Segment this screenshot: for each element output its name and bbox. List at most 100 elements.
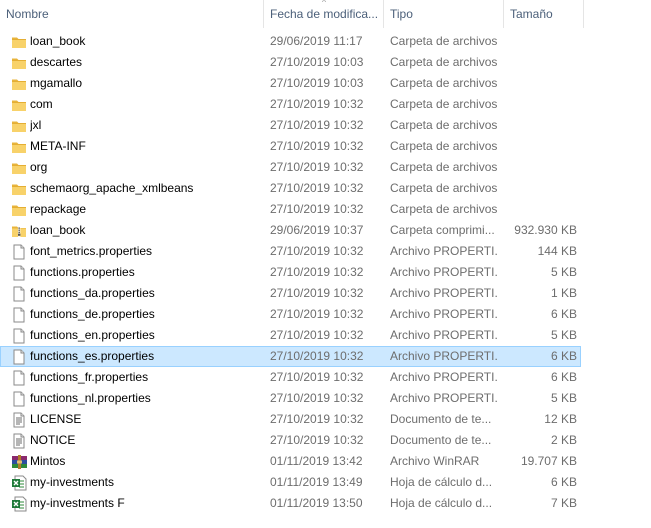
file-row[interactable]: schemaorg_apache_xmlbeans 27/10/2019 10:… bbox=[0, 178, 581, 199]
file-row[interactable]: font_metrics.properties 27/10/2019 10:32… bbox=[0, 241, 581, 262]
file-size: 6 KB bbox=[550, 475, 577, 489]
excel-icon bbox=[11, 496, 27, 512]
file-name: jxl bbox=[30, 118, 42, 132]
file-size bbox=[501, 158, 577, 177]
file-row[interactable]: loan_book 29/06/2019 11:17 Carpeta de ar… bbox=[0, 31, 581, 52]
file-row[interactable]: my-investments 01/11/2019 13:49 Hoja de … bbox=[0, 472, 581, 493]
file-name: functions_en.properties bbox=[30, 328, 155, 342]
file-row[interactable]: loan_book 29/06/2019 10:37 Carpeta compr… bbox=[0, 220, 581, 241]
column-header-name[interactable]: Nombre bbox=[0, 0, 264, 28]
file-type: Documento de te... bbox=[390, 412, 492, 426]
file-type: Hoja de cálculo d... bbox=[390, 475, 493, 489]
zip-folder-icon bbox=[11, 223, 27, 239]
column-header-name-label: Nombre bbox=[6, 7, 49, 21]
file-row[interactable]: functions.properties 27/10/2019 10:32 Ar… bbox=[0, 262, 581, 283]
file-size bbox=[501, 137, 577, 156]
file-row[interactable]: Mintos 01/11/2019 13:42 Archivo WinRAR 1… bbox=[0, 451, 581, 472]
file-type: Documento de te... bbox=[390, 433, 492, 447]
file-size: 12 KB bbox=[544, 412, 577, 426]
file-type: Archivo PROPERTI... bbox=[390, 244, 498, 258]
file-name: functions.properties bbox=[30, 265, 135, 279]
file-modified-date: 27/10/2019 10:32 bbox=[270, 244, 364, 258]
file-type: Archivo WinRAR bbox=[390, 454, 480, 468]
column-divider[interactable] bbox=[583, 0, 584, 28]
file-row[interactable]: NOTICE 27/10/2019 10:32 Documento de te.… bbox=[0, 430, 581, 451]
file-name: functions_fr.properties bbox=[30, 370, 149, 384]
file-row[interactable]: LICENSE 27/10/2019 10:32 Documento de te… bbox=[0, 409, 581, 430]
file-modified-date: 01/11/2019 13:42 bbox=[270, 454, 363, 468]
file-modified-date: 27/10/2019 10:32 bbox=[270, 202, 364, 216]
file-type: Carpeta de archivos bbox=[390, 139, 498, 153]
folder-icon bbox=[11, 160, 27, 176]
file-row[interactable]: com 27/10/2019 10:32 Carpeta de archivos bbox=[0, 94, 581, 115]
file-name: loan_book bbox=[30, 223, 86, 237]
file-row[interactable]: my-investments F 01/11/2019 13:50 Hoja d… bbox=[0, 493, 581, 514]
file-row[interactable]: org 27/10/2019 10:32 Carpeta de archivos bbox=[0, 157, 581, 178]
file-name: functions_da.properties bbox=[30, 286, 155, 300]
file-row[interactable]: functions_nl.properties 27/10/2019 10:32… bbox=[0, 388, 581, 409]
file-size: 5 KB bbox=[550, 265, 577, 279]
file-size: 932.930 KB bbox=[514, 223, 577, 237]
file-row[interactable]: repackage 27/10/2019 10:32 Carpeta de ar… bbox=[0, 199, 581, 220]
file-type: Carpeta de archivos bbox=[390, 202, 498, 216]
file-modified-date: 27/10/2019 10:32 bbox=[270, 307, 364, 321]
file-type: Archivo PROPERTI... bbox=[390, 370, 498, 384]
file-icon bbox=[11, 349, 27, 365]
file-type: Carpeta de archivos bbox=[390, 34, 498, 48]
file-row[interactable]: functions_fr.properties 27/10/2019 10:32… bbox=[0, 367, 581, 388]
file-modified-date: 27/10/2019 10:32 bbox=[270, 433, 364, 447]
file-row[interactable]: descartes 27/10/2019 10:03 Carpeta de ar… bbox=[0, 52, 581, 73]
file-name: my-investments F bbox=[30, 496, 125, 510]
excel-icon bbox=[11, 475, 27, 491]
file-modified-date: 01/11/2019 13:50 bbox=[270, 496, 363, 510]
column-header-bar: Nombre ^ Fecha de modifica... Tipo Tamañ… bbox=[0, 0, 651, 30]
file-modified-date: 27/10/2019 10:32 bbox=[270, 265, 364, 279]
column-header-date-label: Fecha de modifica... bbox=[270, 7, 379, 21]
file-modified-date: 29/06/2019 10:37 bbox=[270, 223, 364, 237]
file-modified-date: 27/10/2019 10:32 bbox=[270, 118, 364, 132]
file-icon bbox=[11, 328, 27, 344]
file-row[interactable]: functions_de.properties 27/10/2019 10:32… bbox=[0, 304, 581, 325]
file-name: repackage bbox=[30, 202, 87, 216]
column-header-type[interactable]: Tipo bbox=[384, 0, 504, 28]
file-name: descartes bbox=[30, 55, 83, 69]
folder-icon bbox=[11, 76, 27, 92]
file-size bbox=[501, 74, 577, 93]
file-row-selected[interactable]: functions_es.properties 27/10/2019 10:32… bbox=[0, 346, 581, 367]
file-modified-date: 27/10/2019 10:32 bbox=[270, 328, 364, 342]
file-modified-date: 29/06/2019 11:17 bbox=[270, 34, 363, 48]
file-size bbox=[501, 53, 577, 72]
file-name: schemaorg_apache_xmlbeans bbox=[30, 181, 194, 195]
folder-icon bbox=[11, 97, 27, 113]
file-modified-date: 27/10/2019 10:32 bbox=[270, 139, 364, 153]
file-icon bbox=[11, 307, 27, 323]
column-header-date[interactable]: ^ Fecha de modifica... bbox=[264, 0, 384, 28]
file-name: META-INF bbox=[30, 139, 86, 153]
file-type: Archivo PROPERTI... bbox=[390, 328, 498, 342]
file-name: LICENSE bbox=[30, 412, 82, 426]
column-header-size[interactable]: Tamaño bbox=[504, 0, 584, 28]
file-row[interactable]: functions_da.properties 27/10/2019 10:32… bbox=[0, 283, 581, 304]
file-row[interactable]: functions_en.properties 27/10/2019 10:32… bbox=[0, 325, 581, 346]
file-name: functions_nl.properties bbox=[30, 391, 151, 405]
file-type: Carpeta comprimi... bbox=[390, 223, 495, 237]
file-type: Carpeta de archivos bbox=[390, 160, 498, 174]
file-icon bbox=[11, 265, 27, 281]
file-size bbox=[501, 200, 577, 219]
file-row[interactable]: mgamallo 27/10/2019 10:03 Carpeta de arc… bbox=[0, 73, 581, 94]
file-size bbox=[501, 32, 577, 51]
file-type: Archivo PROPERTI... bbox=[390, 307, 498, 321]
file-size: 19.707 KB bbox=[520, 454, 577, 468]
file-size: 5 KB bbox=[550, 391, 577, 405]
file-size: 1 KB bbox=[550, 286, 577, 300]
file-row[interactable]: META-INF 27/10/2019 10:32 Carpeta de arc… bbox=[0, 136, 581, 157]
folder-icon bbox=[11, 55, 27, 71]
file-modified-date: 27/10/2019 10:03 bbox=[270, 55, 364, 69]
file-icon bbox=[11, 370, 27, 386]
file-name: mgamallo bbox=[30, 76, 83, 90]
folder-icon bbox=[11, 181, 27, 197]
file-row[interactable]: jxl 27/10/2019 10:32 Carpeta de archivos bbox=[0, 115, 581, 136]
column-header-size-label: Tamaño bbox=[510, 7, 553, 21]
file-type: Carpeta de archivos bbox=[390, 97, 498, 111]
file-icon bbox=[11, 286, 27, 302]
